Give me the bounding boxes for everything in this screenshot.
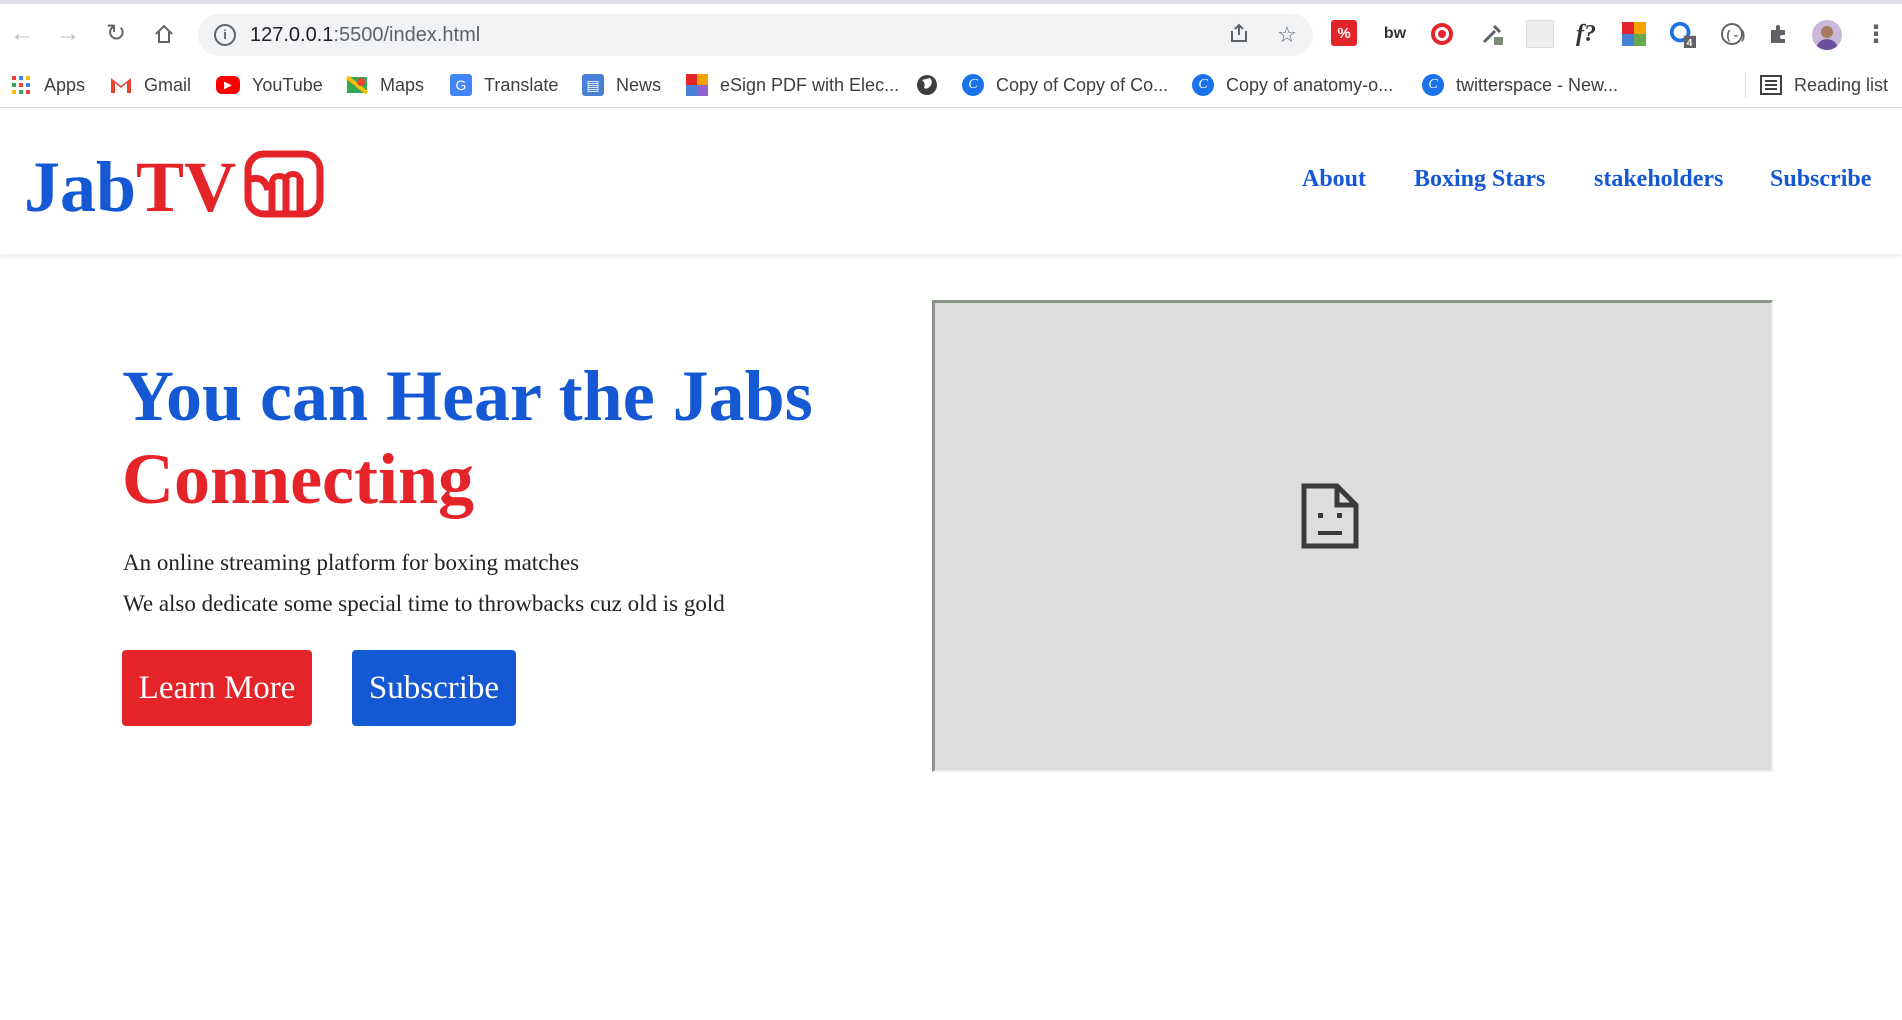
- extension-colorzilla-icon[interactable]: [1620, 20, 1648, 48]
- nav-subscribe[interactable]: Subscribe: [1770, 166, 1871, 193]
- reading-list-icon: [1760, 74, 1782, 96]
- esign-icon: [686, 74, 708, 96]
- reading-list-label: Reading list: [1794, 74, 1889, 95]
- profile-avatar[interactable]: [1812, 20, 1842, 50]
- hero-description-line2: We also dedicate some special time to th…: [123, 591, 725, 616]
- nav-about[interactable]: About: [1302, 166, 1366, 193]
- bookmark-label: twitterspace - New...: [1456, 74, 1619, 95]
- bookmark-label: Gmail: [144, 74, 192, 95]
- nav-stakeholders[interactable]: stakeholders: [1594, 166, 1723, 193]
- gmail-icon: [110, 74, 132, 96]
- learn-more-button[interactable]: Learn More: [122, 650, 312, 726]
- extension-percent-icon[interactable]: %: [1331, 20, 1357, 46]
- back-icon[interactable]: ←: [4, 16, 40, 52]
- translate-icon: G: [450, 74, 472, 96]
- extensions-puzzle-icon[interactable]: [1765, 20, 1793, 48]
- browser-toolbar: ← → ↻ i 127.0.0.1:5500/index.html ☆ % bw…: [0, 0, 1902, 62]
- broken-document-icon: [1301, 483, 1359, 549]
- bookmark-news[interactable]: ▤ News: [582, 62, 661, 108]
- site-info-icon[interactable]: i: [214, 24, 236, 46]
- svg-text:(-): (-): [1725, 29, 1745, 43]
- bookmark-esign[interactable]: eSign PDF with Elec...: [686, 62, 899, 108]
- bookmark-label: Apps: [44, 74, 86, 95]
- share-icon[interactable]: [1226, 22, 1252, 48]
- extension-code-icon[interactable]: (-): [1718, 20, 1746, 48]
- address-bar[interactable]: i 127.0.0.1:5500/index.html ☆: [198, 14, 1313, 56]
- hero-title-line2: Connecting: [122, 439, 475, 519]
- bookmark-star-icon[interactable]: ☆: [1274, 22, 1300, 48]
- bookmark-copy-of-anatomy[interactable]: C Copy of anatomy-o...: [1192, 62, 1393, 108]
- bookmark-label: Translate: [484, 74, 559, 95]
- home-icon[interactable]: [146, 16, 182, 52]
- extension-gear-badge-icon[interactable]: 4: [1668, 20, 1696, 49]
- hero-title: You can Hear the Jabs Connecting: [122, 355, 922, 521]
- c-circle-icon: C: [962, 74, 984, 96]
- fist-icon: [244, 150, 324, 218]
- bookmark-copy-of-copy[interactable]: C Copy of Copy of Co...: [962, 62, 1168, 108]
- site-header: Jab TV About Boxing Stars stakeholders Su…: [0, 108, 1902, 254]
- browser-menu-icon[interactable]: ⋮: [1862, 20, 1890, 48]
- news-icon: ▤: [582, 74, 604, 96]
- c-circle-icon: C: [1422, 74, 1444, 96]
- logo-text-jab: Jab: [24, 147, 137, 227]
- bookmark-label: Maps: [380, 74, 425, 95]
- maps-icon: [346, 74, 368, 96]
- extension-blank-icon[interactable]: [1526, 20, 1554, 48]
- bookmark-twitterspace[interactable]: C twitterspace - New...: [1422, 62, 1618, 108]
- nav-boxing-stars[interactable]: Boxing Stars: [1414, 166, 1545, 193]
- bookmark-apps[interactable]: Apps: [10, 62, 85, 108]
- bookmark-label: Copy of Copy of Co...: [996, 74, 1169, 95]
- bookmark-gmail[interactable]: Gmail: [110, 62, 191, 108]
- site-logo[interactable]: Jab TV: [24, 150, 324, 224]
- extension-eyedropper-icon[interactable]: [1478, 20, 1506, 48]
- url-text[interactable]: 127.0.0.1:5500/index.html: [250, 24, 480, 47]
- extension-bw-icon[interactable]: bw: [1381, 20, 1409, 48]
- bookmark-globe[interactable]: [916, 62, 950, 108]
- bookmark-youtube[interactable]: ▶ YouTube: [216, 62, 323, 108]
- hero-title-line1: You can Hear the Jabs: [122, 356, 813, 436]
- hero-description-line1: An online streaming platform for boxing …: [123, 550, 580, 575]
- bookmark-label: eSign PDF with Elec...: [720, 74, 900, 95]
- extension-target-icon[interactable]: [1428, 20, 1456, 48]
- c-circle-icon: C: [1192, 74, 1214, 96]
- subscribe-button[interactable]: Subscribe: [352, 650, 516, 726]
- bookmark-label: Copy of anatomy-o...: [1226, 74, 1394, 95]
- bookmark-label: News: [616, 74, 662, 95]
- svg-text:4: 4: [1687, 38, 1693, 49]
- youtube-icon: ▶: [216, 76, 240, 94]
- bookmarks-separator: [1745, 72, 1746, 98]
- forward-icon[interactable]: →: [50, 16, 86, 52]
- extension-font-icon[interactable]: f?: [1572, 20, 1600, 48]
- bookmarks-bar: Apps Gmail ▶ YouTube Maps G Translate ▤ …: [0, 62, 1902, 108]
- globe-icon: [916, 74, 938, 96]
- embedded-video-frame[interactable]: [932, 300, 1773, 772]
- apps-grid-icon: [10, 74, 32, 96]
- bookmark-label: YouTube: [252, 74, 323, 95]
- logo-text-tv: TV: [136, 147, 237, 227]
- bookmark-maps[interactable]: Maps: [346, 62, 424, 108]
- bookmark-translate[interactable]: G Translate: [450, 62, 558, 108]
- reading-list-button[interactable]: Reading list: [1760, 62, 1888, 108]
- reload-icon[interactable]: ↻: [98, 16, 134, 52]
